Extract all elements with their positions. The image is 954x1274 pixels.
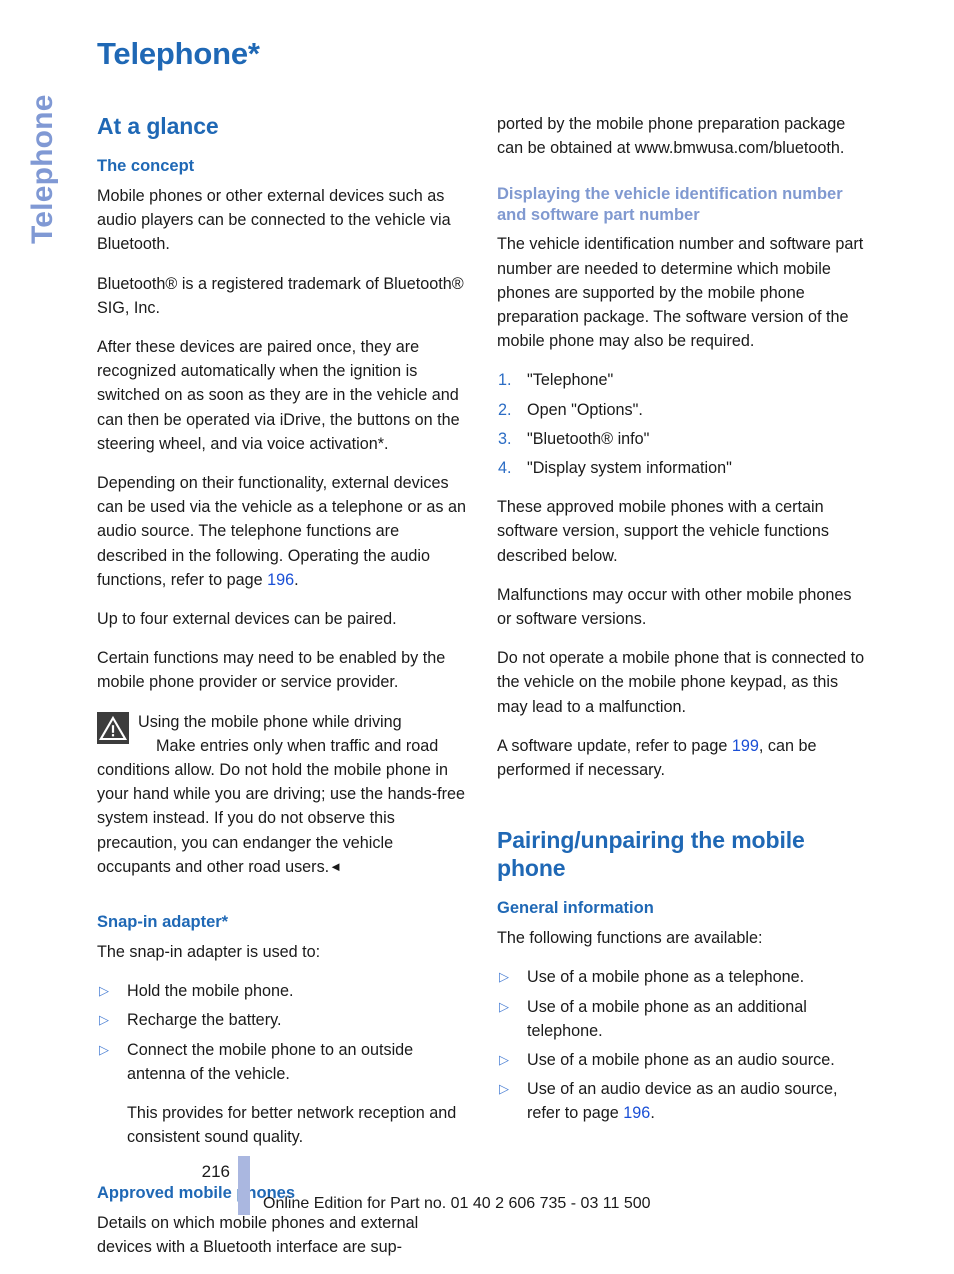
list-item-label: "Bluetooth® info": [527, 429, 650, 448]
list-vin-steps: 1. "Telephone" 2. Open "Options". 3. "Bl…: [497, 368, 868, 480]
list-item-label: Use of a mobile phone as an additional t…: [527, 997, 807, 1040]
step-number: 1.: [498, 371, 512, 390]
warning-body-text: Make entries only when traffic and road …: [97, 736, 466, 876]
page-number: 216: [201, 1162, 230, 1181]
paragraph-pairing-intro: The following functions are available:: [497, 929, 763, 948]
warning-body: Make entries only when traffic and road …: [97, 734, 468, 879]
footer-edition-text: Online Edition for Part no. 01 40 2 606 …: [263, 1195, 651, 1212]
list-item-label: Use of a mobile phone as a telephone.: [527, 968, 805, 987]
bullet-triangle-icon: ▷: [99, 1041, 109, 1057]
section-heading-at-a-glance: At a glance: [97, 113, 219, 139]
list-item-label: Open "Options".: [527, 400, 643, 419]
paragraph-concept-6: Certain functions may need to be enabled…: [97, 649, 446, 692]
list-item-label: "Display system information": [527, 459, 732, 478]
subheading-snap-in-adapter: Snap-in adapter*: [97, 913, 229, 932]
list-item: 4. "Display system information": [497, 456, 868, 480]
list-item-label: Hold the mobile phone.: [127, 982, 294, 1001]
page-reference-196[interactable]: 196: [623, 1104, 650, 1122]
paragraph-snap-in-intro: The snap-in adapter is used to:: [97, 943, 321, 962]
bullet-triangle-icon: ▷: [99, 1012, 109, 1028]
list-item: 3. "Bluetooth® info": [497, 427, 868, 451]
chapter-side-tab: Telephone: [0, 0, 96, 300]
paragraph-approved-continuation: ported by the mobile phone preparation p…: [497, 115, 846, 158]
paragraph-approved-1: Details on which mobile phones and exter…: [97, 1213, 419, 1256]
bullet-triangle-icon: ▷: [499, 998, 509, 1014]
list-item: ▷ Recharge the battery.: [97, 1008, 468, 1032]
subheading-displaying-vin: Displaying the vehicle identification nu…: [497, 185, 843, 225]
list-pairing-functions: ▷ Use of a mobile phone as a telephone. …: [497, 965, 868, 1125]
subheading-general-information: General information: [497, 899, 654, 918]
page-reference-196[interactable]: 196: [267, 571, 294, 589]
step-number: 2.: [498, 400, 512, 419]
list-item-label: "Telephone": [527, 371, 614, 390]
paragraph-concept-5: Up to four external devices can be paire…: [97, 610, 397, 629]
bullet-triangle-icon: ▷: [499, 1081, 509, 1097]
chapter-side-tab-label: Telephone: [26, 94, 59, 244]
list-item-label: Recharge the battery.: [127, 1011, 282, 1030]
paragraph-concept-4: Depending on their functionality, extern…: [97, 471, 468, 592]
page-reference-199[interactable]: 199: [732, 737, 759, 755]
list-item-label: Use of an audio device as an audio sourc…: [527, 1080, 838, 1123]
paragraph-concept-2: Bluetooth® is a registered trademark of …: [97, 274, 464, 317]
right-column: ported by the mobile phone preparation p…: [497, 112, 868, 1141]
page-title: Telephone*: [97, 36, 260, 71]
left-column: At a glance The concept Mobile phones or…: [97, 112, 468, 1274]
list-item: ▷ Use of a mobile phone as a telephone.: [497, 965, 868, 989]
bullet-triangle-icon: ▷: [99, 983, 109, 999]
list-item: ▷ Use of a mobile phone as an additional…: [497, 995, 868, 1043]
bullet-triangle-icon: ▷: [499, 969, 509, 985]
footer-rule: [238, 1156, 250, 1215]
subheading-the-concept: The concept: [97, 157, 195, 175]
list-item-label: Use of a mobile phone as an audio source…: [527, 1051, 835, 1070]
paragraph-vin-1: The vehicle identification number and so…: [497, 235, 864, 351]
step-number: 3.: [498, 429, 512, 448]
paragraph-vin-3: Malfunctions may occur with other mobile…: [497, 585, 852, 629]
paragraph-snap-in-note: This provides for better network recepti…: [127, 1104, 457, 1147]
paragraph-concept-3: After these devices are paired once, the…: [97, 338, 460, 453]
paragraph-concept-1: Mobile phones or other external devices …: [97, 187, 451, 254]
section-heading-pairing-unpairing: Pairing/unpairing the mobile phone: [497, 827, 805, 882]
list-item-label-end: .: [650, 1104, 655, 1123]
list-item: 1. "Telephone": [497, 368, 868, 392]
warning-notice: Using the mobile phone while driving Mak…: [97, 710, 468, 879]
paragraph-vin-4: Do not operate a mobile phone that is co…: [497, 649, 865, 716]
warning-title: Using the mobile phone while driving: [138, 712, 402, 731]
step-number: 4.: [498, 459, 512, 478]
paragraph-vin-5: A software update, refer to page 199, ca…: [497, 734, 868, 782]
paragraph-vin-2: These approved mobile phones with a cert…: [497, 498, 830, 565]
paragraph-concept-4-text-b: .: [294, 570, 299, 589]
list-item-label: Connect the mobile phone to an outside a…: [127, 1040, 414, 1083]
warning-triangle-icon: [97, 711, 129, 744]
bullet-triangle-icon: ▷: [499, 1052, 509, 1068]
page-footer: 216 Online Edition for Part no. 01 40 2 …: [0, 1150, 954, 1215]
list-snap-in-uses: ▷ Hold the mobile phone. ▷ Recharge the …: [97, 979, 468, 1086]
list-item: ▷ Connect the mobile phone to an outside…: [97, 1038, 468, 1086]
list-item: 2. Open "Options".: [497, 398, 868, 422]
list-item: ▷ Hold the mobile phone.: [97, 979, 468, 1003]
list-item: ▷ Use of an audio device as an audio sou…: [497, 1077, 868, 1125]
list-item: ▷ Use of a mobile phone as an audio sour…: [497, 1048, 868, 1072]
warning-end-marker: ◄: [329, 858, 343, 874]
paragraph-vin-5-text-a: A software update, refer to page: [497, 736, 732, 755]
